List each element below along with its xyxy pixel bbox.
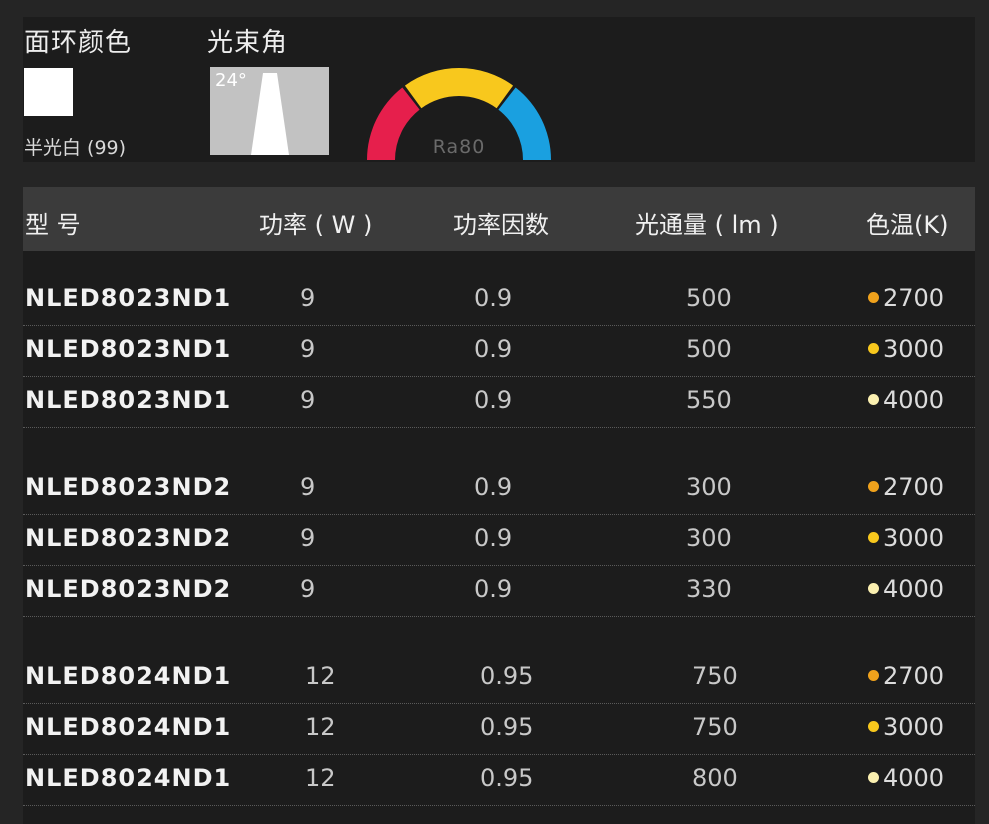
header-flux: 光通量 ( lm )	[635, 211, 779, 239]
table-row: NLED8024ND1 12 0.95 800 4000	[23, 754, 975, 806]
cell-flux: 300	[686, 473, 732, 501]
cell-cct: 2700	[868, 473, 944, 501]
cri-value: Ra80	[432, 136, 486, 158]
cell-pf: 0.95	[480, 713, 534, 741]
color-temp-dot-icon	[868, 583, 879, 594]
ring-color-swatch	[24, 68, 73, 116]
cell-power: 9	[300, 284, 316, 312]
cell-cct: 2700	[868, 662, 944, 690]
cell-pf: 0.9	[474, 473, 513, 501]
cell-power: 9	[300, 473, 316, 501]
cell-power: 12	[305, 662, 336, 690]
cell-cct: 2700	[868, 284, 944, 312]
cell-power: 9	[300, 386, 316, 414]
cri-gauge: Ra80	[366, 64, 552, 160]
cell-cct: 3000	[868, 524, 944, 552]
cell-flux: 300	[686, 524, 732, 552]
cell-cct: 3000	[868, 335, 944, 363]
table-header: 型 号 功率 ( W ) 功率因数 光通量 ( lm ) 色温(K)	[23, 187, 975, 251]
color-temp-dot-icon	[868, 343, 879, 354]
cell-model: NLED8024ND1	[25, 662, 232, 690]
cell-cct: 4000	[868, 764, 944, 792]
cell-pf: 0.95	[480, 662, 534, 690]
cell-flux: 750	[692, 662, 738, 690]
color-temp-dot-icon	[868, 670, 879, 681]
header-model: 型 号	[25, 211, 81, 239]
table-row: NLED8023ND2 9 0.9 300 3000	[23, 514, 975, 566]
cell-power: 12	[305, 713, 336, 741]
color-temp-dot-icon	[868, 292, 879, 303]
ring-color-value: 半光白 (99)	[24, 137, 127, 159]
color-temp-dot-icon	[868, 532, 879, 543]
color-temp-dot-icon	[868, 721, 879, 732]
cell-power: 9	[300, 575, 316, 603]
beam-angle-label: 光束角	[207, 28, 289, 58]
table-row: NLED8024ND1 12 0.95 750 2700	[23, 652, 975, 704]
cell-cct: 3000	[868, 713, 944, 741]
cell-model: NLED8023ND2	[25, 575, 232, 603]
cell-cct: 4000	[868, 575, 944, 603]
cell-pf: 0.9	[474, 335, 513, 363]
cell-power: 9	[300, 524, 316, 552]
cell-flux: 800	[692, 764, 738, 792]
cell-model: NLED8023ND2	[25, 473, 232, 501]
cell-pf: 0.9	[474, 386, 513, 414]
table-row: NLED8023ND2 9 0.9 330 4000	[23, 565, 975, 617]
cell-power: 9	[300, 335, 316, 363]
header-pf: 功率因数	[453, 211, 549, 239]
cell-cct: 4000	[868, 386, 944, 414]
ring-color-label: 面环颜色	[24, 28, 133, 58]
color-temp-dot-icon	[868, 394, 879, 405]
cell-model: NLED8023ND1	[25, 386, 232, 414]
cell-model: NLED8023ND1	[25, 335, 232, 363]
cell-power: 12	[305, 764, 336, 792]
cell-model: NLED8023ND2	[25, 524, 232, 552]
cell-model: NLED8024ND1	[25, 764, 232, 792]
table-row: NLED8023ND2 9 0.9 300 2700	[23, 463, 975, 515]
cell-flux: 330	[686, 575, 732, 603]
table-body: NLED8023ND1 9 0.9 500 2700 NLED8023ND1 9…	[23, 251, 975, 824]
table-row: NLED8023ND1 9 0.9 500 3000	[23, 325, 975, 377]
cell-pf: 0.9	[474, 524, 513, 552]
cell-pf: 0.95	[480, 764, 534, 792]
cell-flux: 550	[686, 386, 732, 414]
cell-model: NLED8024ND1	[25, 713, 232, 741]
color-temp-dot-icon	[868, 772, 879, 783]
cell-flux: 500	[686, 284, 732, 312]
header-power: 功率 ( W )	[259, 211, 373, 239]
beam-angle-value: 24°	[215, 70, 247, 91]
table-row: NLED8023ND1 9 0.9 500 2700	[23, 274, 975, 326]
header-cct: 色温(K)	[866, 211, 949, 239]
cell-flux: 750	[692, 713, 738, 741]
beam-angle-icon: 24°	[210, 67, 329, 155]
cell-pf: 0.9	[474, 284, 513, 312]
color-temp-dot-icon	[868, 481, 879, 492]
cri-arc-yellow	[404, 68, 514, 109]
table-row: NLED8024ND1 12 0.95 750 3000	[23, 703, 975, 755]
cell-model: NLED8023ND1	[25, 284, 232, 312]
cell-flux: 500	[686, 335, 732, 363]
table-row: NLED8023ND1 9 0.9 550 4000	[23, 376, 975, 428]
cell-pf: 0.9	[474, 575, 513, 603]
